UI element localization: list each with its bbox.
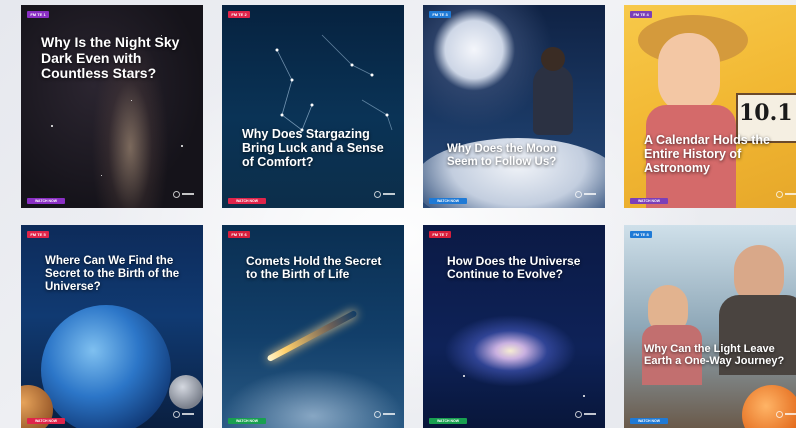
category-badge: FM TE 6 (228, 231, 250, 238)
video-card-light-journey[interactable]: FM TE 8 Why Can the Light Leave Earth a … (624, 225, 796, 428)
video-card-stargazing[interactable]: FM TE 2 Why Does Stargazing Bring Luck a… (222, 5, 404, 208)
card-title: Where Can We Find the Secret to the Birt… (45, 255, 180, 293)
card-title: Comets Hold the Secret to the Birth of L… (246, 254, 382, 282)
video-card-moon[interactable]: FM TE 3 Why Does the Moon Seem to Follow… (423, 5, 605, 208)
category-badge: FM TE 5 (27, 231, 49, 238)
logo-icon (173, 410, 195, 418)
card-title: Why Is the Night Sky Dark Even with Coun… (41, 34, 180, 82)
watch-now-button[interactable]: WATCH NOW (27, 198, 65, 204)
watch-now-button[interactable]: WATCH NOW (228, 198, 266, 204)
category-badge: FM TE 2 (228, 11, 250, 18)
video-card-comets[interactable]: FM TE 6 Comets Hold the Secret to the Bi… (222, 225, 404, 428)
watch-now-button[interactable]: WATCH NOW (429, 418, 467, 424)
watch-now-button[interactable]: WATCH NOW (630, 418, 668, 424)
watch-now-button[interactable]: WATCH NOW (228, 418, 266, 424)
category-badge: FM TE 8 (630, 231, 652, 238)
video-card-universe-evolve[interactable]: FM TE 7 How Does the Universe Continue t… (423, 225, 605, 428)
watch-now-button[interactable]: WATCH NOW (27, 418, 65, 424)
logo-icon (374, 190, 396, 198)
card-title: Why Does the Moon Seem to Follow Us? (447, 143, 557, 168)
card-thumbnail (222, 5, 404, 208)
logo-icon (776, 190, 796, 198)
constellation-icon (275, 34, 393, 132)
watch-now-button[interactable]: WATCH NOW (630, 198, 668, 204)
video-card-calendar[interactable]: 10.1 FM TE 4 A Calendar Holds the Entire… (624, 5, 796, 208)
logo-icon (776, 410, 796, 418)
card-title: A Calendar Holds the Entire History of A… (644, 133, 770, 175)
card-title: How Does the Universe Continue to Evolve… (447, 254, 581, 282)
calendar-date: 10.1 (739, 100, 793, 126)
card-title: Why Can the Light Leave Earth a One-Way … (644, 343, 785, 368)
card-title: Why Does Stargazing Bring Luck and a Sen… (242, 127, 384, 169)
logo-icon (374, 410, 396, 418)
category-badge: FM TE 3 (429, 11, 451, 18)
watch-now-button[interactable]: WATCH NOW (429, 198, 467, 204)
video-card-night-sky[interactable]: FM TE 1 Why Is the Night Sky Dark Even w… (21, 5, 203, 208)
logo-icon (173, 190, 195, 198)
card-thumbnail (624, 225, 796, 428)
video-card-grid: FM TE 1 Why Is the Night Sky Dark Even w… (21, 5, 796, 428)
category-badge: FM TE 1 (27, 11, 49, 18)
video-card-birth-universe[interactable]: FM TE 5 Where Can We Find the Secret to … (21, 225, 203, 428)
logo-icon (575, 410, 597, 418)
logo-icon (575, 190, 597, 198)
category-badge: FM TE 7 (429, 231, 451, 238)
card-thumbnail (423, 5, 605, 208)
category-badge: FM TE 4 (630, 11, 652, 18)
card-thumbnail: 10.1 (624, 5, 796, 208)
